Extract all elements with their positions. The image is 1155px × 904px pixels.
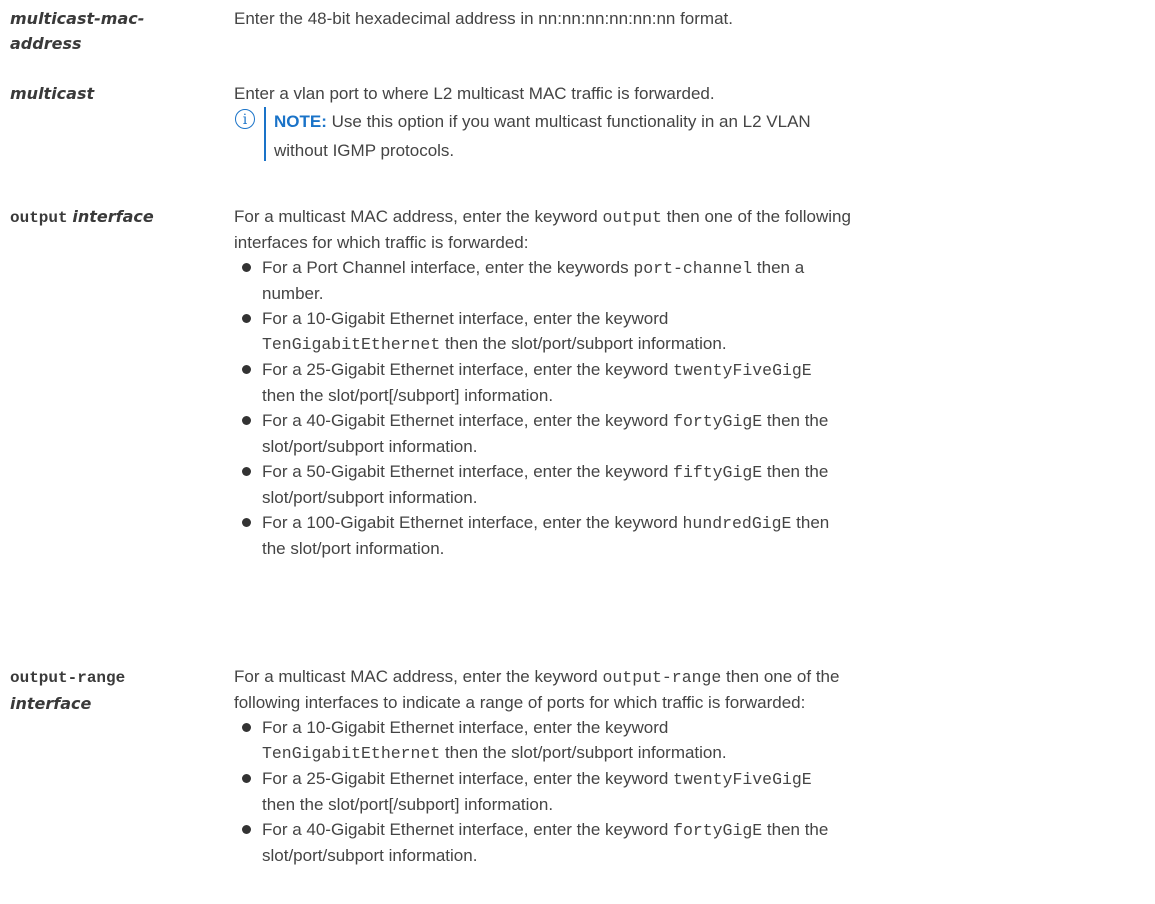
note-divider	[264, 107, 266, 161]
list-item: For a 10-Gigabit Ethernet interface, ent…	[234, 715, 1144, 766]
note-text-line2: without IGMP protocols.	[274, 141, 455, 160]
param-description: Enter the 48-bit hexadecimal address in …	[234, 9, 733, 28]
bullet-icon	[242, 774, 251, 783]
intro-text: For a multicast MAC address, enter the k…	[234, 667, 603, 686]
param-term-line2: address	[10, 34, 82, 53]
param-term-line1: multicast-mac-	[10, 9, 145, 28]
param-term-argument: interface	[72, 207, 154, 226]
param-description: Enter a vlan port to where L2 multicast …	[234, 81, 1144, 165]
bullet-icon	[242, 416, 251, 425]
list-item: For a 10-Gigabit Ethernet interface, ent…	[234, 306, 1144, 357]
list-item: For a 25-Gigabit Ethernet interface, ent…	[234, 766, 1144, 817]
intro-keyword: output	[602, 208, 662, 227]
list-item: For a 100-Gigabit Ethernet interface, en…	[234, 510, 1144, 561]
intro-text-cont: then one of the following	[661, 207, 851, 226]
bullet-icon	[242, 825, 251, 834]
bullet-icon	[242, 467, 251, 476]
bullet-icon	[242, 365, 251, 374]
intro-keyword: output-range	[602, 668, 722, 687]
interface-list: For a 10-Gigabit Ethernet interface, ent…	[234, 715, 1144, 868]
bullet-icon	[242, 314, 251, 323]
param-intro: For a multicast MAC address, enter the k…	[234, 664, 1144, 715]
param-term: output-range interface	[10, 664, 220, 716]
list-item: For a Port Channel interface, enter the …	[234, 255, 1144, 306]
param-description: For a multicast MAC address, enter the k…	[234, 204, 1144, 561]
bullet-icon	[242, 263, 251, 272]
intro-text-line2: following interfaces to indicate a range…	[234, 693, 806, 712]
intro-text-cont: then one of the	[721, 667, 840, 686]
param-term: output interface	[10, 204, 220, 231]
note-label: NOTE:	[274, 112, 327, 131]
note-box: i NOTE: Use this option if you want mult…	[234, 107, 1144, 165]
param-intro: For a multicast MAC address, enter the k…	[234, 204, 1144, 255]
param-term-keyword: output-range	[10, 669, 126, 687]
param-term: multicast-mac- address	[10, 6, 220, 56]
info-circle-icon: i	[235, 109, 255, 129]
param-term-text: multicast	[10, 84, 95, 103]
list-item: For a 50-Gigabit Ethernet interface, ent…	[234, 459, 1144, 510]
list-item: For a 25-Gigabit Ethernet interface, ent…	[234, 357, 1144, 408]
param-term-argument: interface	[10, 694, 92, 713]
param-term: multicast	[10, 81, 220, 106]
intro-text-line2: interfaces for which traffic is forwarde…	[234, 233, 529, 252]
param-description: For a multicast MAC address, enter the k…	[234, 664, 1144, 868]
list-item: For a 40-Gigabit Ethernet interface, ent…	[234, 817, 1144, 868]
list-item: For a 40-Gigabit Ethernet interface, ent…	[234, 408, 1144, 459]
param-description-text: Enter a vlan port to where L2 multicast …	[234, 84, 715, 103]
bullet-icon	[242, 723, 251, 732]
intro-text: For a multicast MAC address, enter the k…	[234, 207, 603, 226]
bullet-icon	[242, 518, 251, 527]
document-page: multicast-mac- address Enter the 48-bit …	[0, 0, 1155, 904]
interface-list: For a Port Channel interface, enter the …	[234, 255, 1144, 561]
note-text-line1: Use this option if you want multicast fu…	[326, 112, 811, 131]
param-term-keyword: output	[10, 209, 68, 227]
